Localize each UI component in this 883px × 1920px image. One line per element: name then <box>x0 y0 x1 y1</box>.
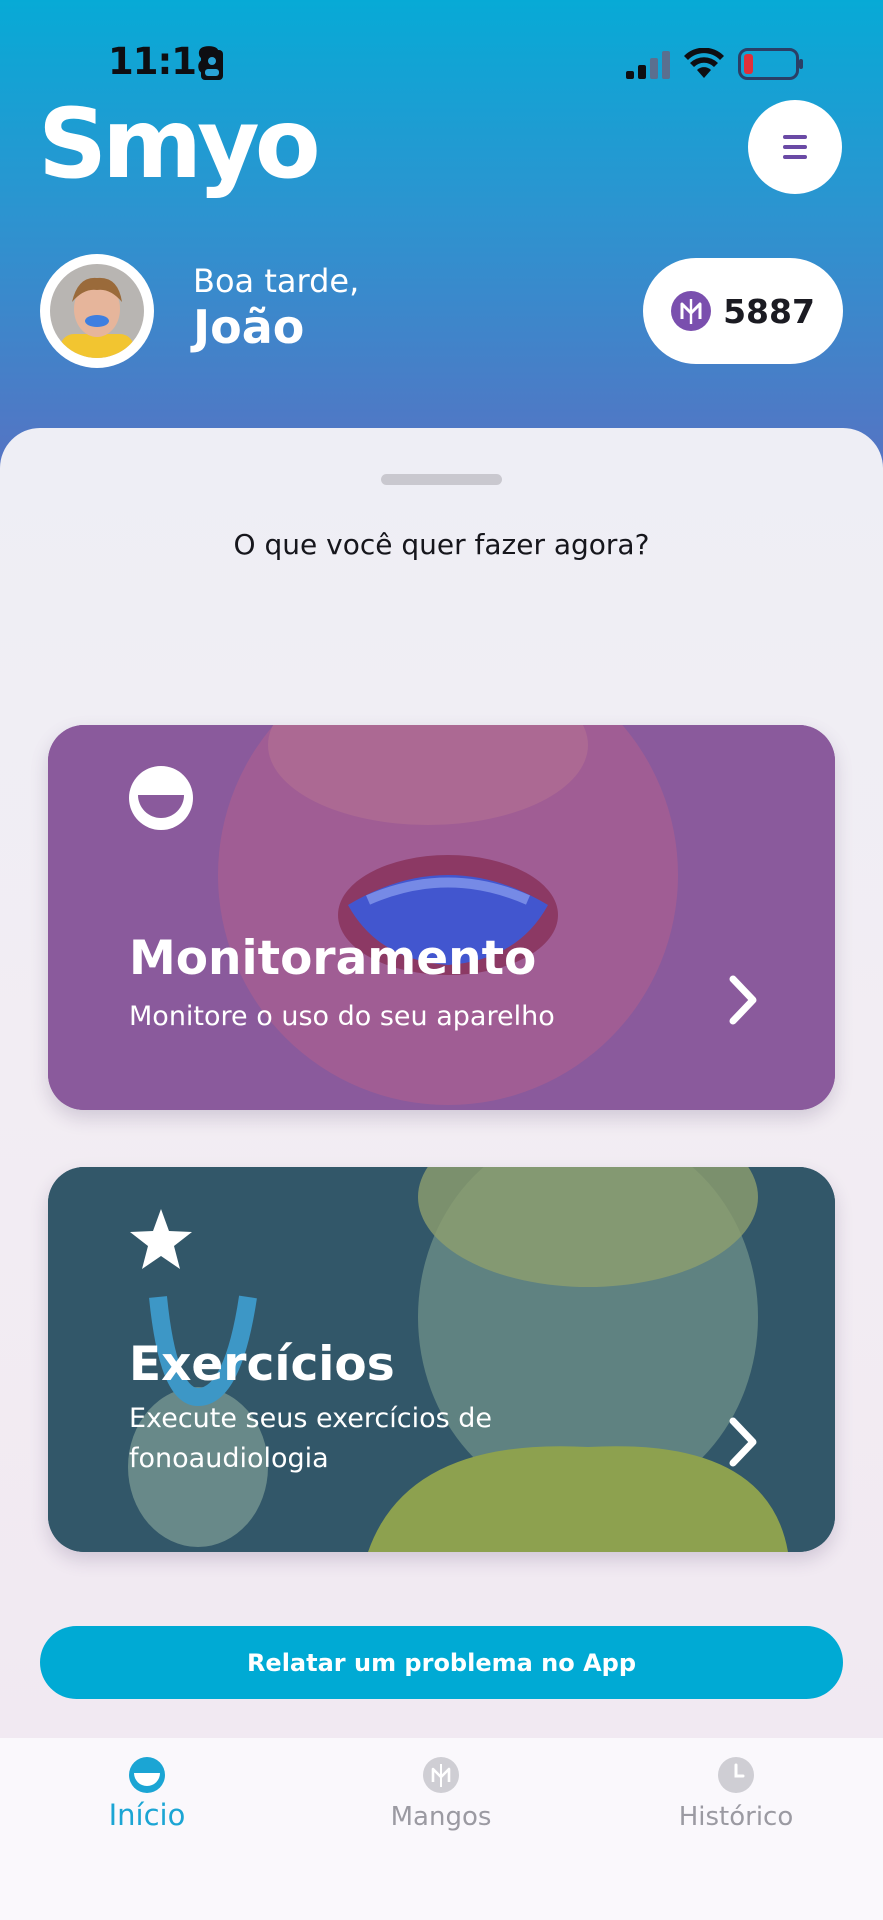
nav-label-historico: Histórico <box>678 1802 794 1832</box>
wifi-icon <box>684 48 724 78</box>
exercises-title: Exercícios <box>129 1337 395 1392</box>
smile-icon <box>129 1757 165 1793</box>
clock-icon <box>718 1757 754 1793</box>
points-badge[interactable]: 5887 <box>643 258 843 364</box>
chevron-right-icon <box>729 1417 757 1467</box>
report-problem-button[interactable]: Relatar um problema no App <box>40 1626 843 1699</box>
star-icon <box>130 1209 192 1269</box>
sheet-handle[interactable] <box>381 474 502 485</box>
sim-card-icon <box>201 50 223 80</box>
prompt-text: O que você quer fazer agora? <box>233 528 650 561</box>
hamburger-menu-icon <box>783 135 807 159</box>
nav-item-mangos[interactable]: Mangos <box>341 1756 541 1832</box>
smile-icon <box>129 766 193 830</box>
monitoring-card[interactable]: Monitoramento Monitore o uso do seu apar… <box>48 725 835 1110</box>
signal-icon <box>626 51 670 79</box>
points-value: 5887 <box>723 291 815 331</box>
nav-label-mangos: Mangos <box>390 1802 492 1832</box>
menu-button[interactable] <box>748 100 842 194</box>
chevron-right-icon <box>729 975 757 1025</box>
exercises-subtitle: Execute seus exercícios de fonoaudiologi… <box>129 1403 493 1474</box>
monitoring-title: Monitoramento <box>129 931 537 986</box>
greeting: Boa tarde, <box>193 262 360 300</box>
nav-item-historico[interactable]: Histórico <box>636 1756 836 1832</box>
mango-coin-icon <box>423 1757 459 1793</box>
app-logo: Smyo <box>38 88 321 200</box>
battery-icon <box>738 48 803 80</box>
bottom-nav: Início Mangos Histórico <box>0 1738 883 1920</box>
avatar[interactable] <box>40 254 154 368</box>
exercises-card[interactable]: Exercícios Execute seus exercícios de fo… <box>48 1167 835 1552</box>
avatar-photo <box>50 264 144 358</box>
user-name: João <box>193 300 305 354</box>
monitoring-subtitle: Monitore o uso do seu aparelho <box>129 1001 555 1032</box>
nav-item-inicio[interactable]: Início <box>47 1756 247 1832</box>
nav-label-inicio: Início <box>108 1798 186 1832</box>
mango-coin-icon <box>671 291 712 331</box>
